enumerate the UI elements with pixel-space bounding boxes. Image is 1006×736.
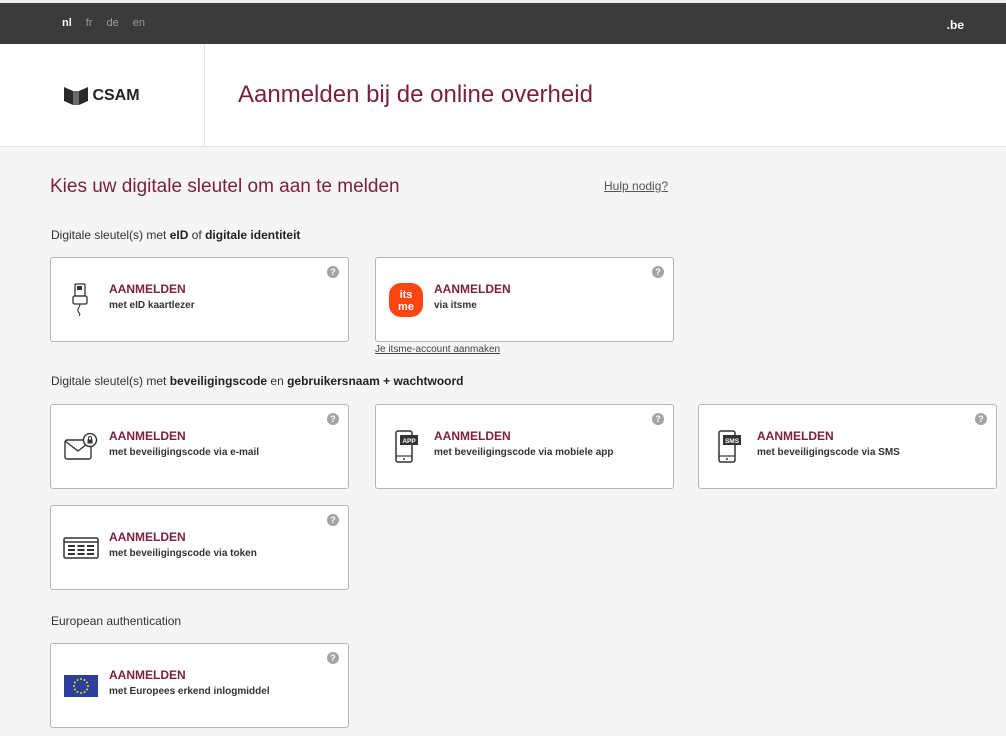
help-icon[interactable]: ? bbox=[652, 413, 664, 425]
phone-app-icon: APP bbox=[388, 427, 424, 467]
card-reader-icon bbox=[63, 280, 99, 320]
page-title: Aanmelden bij de online overheid bbox=[238, 81, 593, 108]
card-european-title: AANMELDEN bbox=[109, 668, 186, 682]
section-eid-b1: eID bbox=[169, 228, 189, 242]
section-eid-prefix: Digitale sleutel(s) met bbox=[51, 228, 170, 242]
card-email-title: AANMELDEN bbox=[109, 429, 186, 443]
section-code-prefix: Digitale sleutel(s) met bbox=[51, 374, 170, 388]
card-sms-subtitle: met beveiligingscode via SMS bbox=[757, 447, 900, 458]
help-icon[interactable]: ? bbox=[327, 266, 339, 278]
lang-nl[interactable]: nl bbox=[62, 17, 72, 29]
choose-key-heading: Kies uw digitale sleutel om aan te melde… bbox=[50, 176, 400, 197]
token-icon bbox=[63, 528, 99, 568]
card-token-title: AANMELDEN bbox=[109, 530, 186, 544]
app-label: APP bbox=[402, 438, 416, 445]
logo-area: CSAM bbox=[0, 44, 205, 147]
card-itsme[interactable]: its me AANMELDEN via itsme ? bbox=[375, 257, 674, 342]
card-european[interactable]: AANMELDEN met Europees erkend inlogmidde… bbox=[50, 643, 349, 728]
csam-logo-icon bbox=[64, 86, 89, 105]
help-icon[interactable]: ? bbox=[327, 413, 339, 425]
card-eid-reader-title: AANMELDEN bbox=[109, 282, 186, 296]
lang-en[interactable]: en bbox=[133, 17, 145, 29]
card-email-subtitle: met beveiligingscode via e-mail bbox=[109, 447, 260, 458]
section-eid-b2: digitale identiteit bbox=[205, 228, 301, 242]
card-itsme-subtitle: via itsme bbox=[434, 300, 477, 311]
section-eid-label: Digitale sleutel(s) met eID of digitale … bbox=[51, 228, 300, 242]
sms-label: SMS bbox=[725, 438, 740, 445]
section-code-mid: en bbox=[267, 374, 288, 388]
section-code-b1: beveiligingscode bbox=[169, 374, 268, 388]
card-european-subtitle: met Europees erkend inlogmiddel bbox=[109, 686, 270, 697]
card-mobile-app-title: AANMELDEN bbox=[434, 429, 511, 443]
card-sms[interactable]: SMS AANMELDEN met beveiligingscode via S… bbox=[698, 404, 997, 489]
phone-sms-icon: SMS bbox=[711, 427, 747, 467]
lang-fr[interactable]: fr bbox=[86, 17, 93, 29]
card-mobile-app[interactable]: APP AANMELDEN met beveiligingscode via m… bbox=[375, 404, 674, 489]
eu-flag-icon bbox=[63, 666, 99, 706]
help-icon[interactable]: ? bbox=[975, 413, 987, 425]
card-eid-reader[interactable]: AANMELDEN met eID kaartlezer ? bbox=[50, 257, 349, 342]
card-itsme-title: AANMELDEN bbox=[434, 282, 511, 296]
card-token-subtitle: met beveiligingscode via token bbox=[109, 548, 257, 559]
csam-logo[interactable]: CSAM bbox=[64, 86, 140, 105]
create-itsme-account-link[interactable]: Je itsme-account aanmaken bbox=[375, 344, 500, 355]
help-icon[interactable]: ? bbox=[652, 266, 664, 278]
section-code-label: Digitale sleutel(s) met beveiligingscode… bbox=[51, 374, 463, 388]
section-code-b2: gebruikersnaam + wachtwoord bbox=[287, 374, 464, 388]
card-sms-title: AANMELDEN bbox=[757, 429, 834, 443]
help-link[interactable]: Hulp nodig? bbox=[604, 179, 668, 193]
itsme-icon: its me bbox=[388, 280, 424, 320]
help-icon[interactable]: ? bbox=[327, 652, 339, 664]
itsme-logo-its: its bbox=[400, 289, 413, 301]
top-bar: nl fr de en .be bbox=[0, 0, 1006, 44]
section-european-label: European authentication bbox=[51, 614, 182, 628]
itsme-logo-me: me bbox=[398, 301, 414, 313]
logo-text: CSAM bbox=[92, 86, 140, 104]
card-eid-reader-subtitle: met eID kaartlezer bbox=[109, 300, 195, 311]
email-lock-icon bbox=[63, 427, 99, 467]
card-email[interactable]: AANMELDEN met beveiligingscode via e-mai… bbox=[50, 404, 349, 489]
card-token[interactable]: AANMELDEN met beveiligingscode via token… bbox=[50, 505, 349, 590]
language-switcher: nl fr de en bbox=[62, 17, 145, 29]
card-mobile-app-subtitle: met beveiligingscode via mobiele app bbox=[434, 447, 614, 458]
header: CSAM Aanmelden bij de online overheid bbox=[0, 44, 1006, 147]
be-domain-link[interactable]: .be bbox=[947, 18, 964, 32]
lang-de[interactable]: de bbox=[107, 17, 119, 29]
help-icon[interactable]: ? bbox=[327, 514, 339, 526]
section-eid-mid: of bbox=[188, 228, 206, 242]
